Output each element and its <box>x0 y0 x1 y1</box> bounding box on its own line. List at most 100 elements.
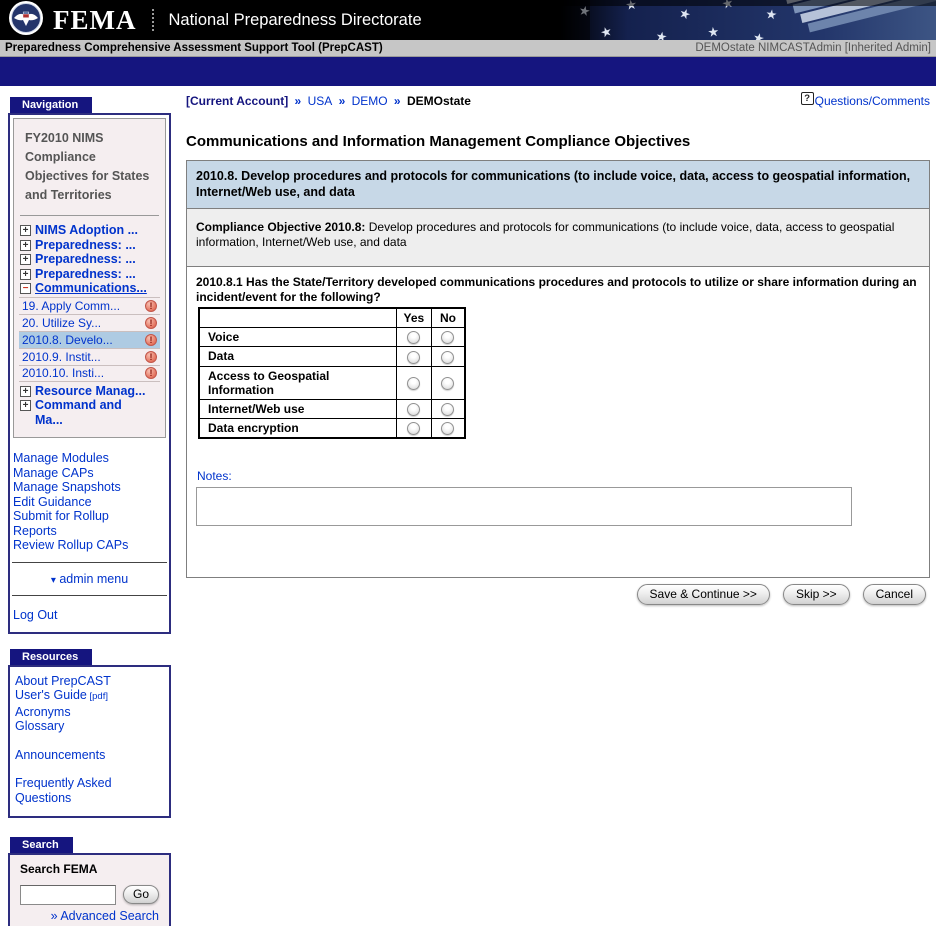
sidebar-subitem-label: 2010.9. Instit... <box>22 349 101 364</box>
expand-icon[interactable]: + <box>20 254 31 265</box>
resources-group: Frequently Asked Questions <box>15 776 164 805</box>
tree-item[interactable]: + Command and Ma... <box>19 398 160 427</box>
breadcrumb-link[interactable]: DEMO <box>352 94 388 108</box>
tree-item[interactable]: + Resource Manag... <box>19 384 160 399</box>
sidebar-subitem[interactable]: 19. Apply Comm...! <box>19 296 160 314</box>
admin-menu-label: admin menu <box>59 571 129 586</box>
search-section: Search Search FEMA Go » Advanced Search <box>8 835 171 926</box>
alert-icon: ! <box>145 350 157 363</box>
sidebar-link[interactable]: Edit Guidance <box>13 495 169 510</box>
nav-tree-after: + Resource Manag... + Command and Ma... <box>19 384 160 428</box>
objective-label: Compliance Objective 2010.8: <box>196 220 366 234</box>
answer-cell <box>431 365 466 400</box>
sidebar-subitem[interactable]: 20. Utilize Sy...! <box>19 313 160 331</box>
radio-yes[interactable] <box>407 376 421 390</box>
collapse-icon[interactable]: − <box>20 283 31 294</box>
search-go-button[interactable]: Go <box>123 885 160 905</box>
resources-section: Resources About PrepCAST User's Guide [pd… <box>8 647 171 818</box>
sidebar-link[interactable]: Manage Snapshots <box>13 480 169 495</box>
save-continue-button[interactable]: Save & Continue >> <box>636 584 770 606</box>
answer-row-label: Data encryption <box>198 417 397 439</box>
objective-header: 2010.8. Develop procedures and protocols… <box>187 161 929 209</box>
radio-no[interactable] <box>441 422 455 436</box>
sidebar-link[interactable]: Reports <box>13 524 169 539</box>
tree-item-label: Command and Ma... <box>35 398 122 427</box>
resources-link[interactable]: About PrepCAST <box>15 674 164 689</box>
breadcrumb-link[interactable]: USA <box>308 94 333 108</box>
question-bubble-icon: ? <box>800 92 814 105</box>
search-box: Search FEMA Go » Advanced Search <box>8 852 171 926</box>
logout-link[interactable]: Log Out <box>13 608 57 622</box>
sidebar-subitem[interactable]: 2010.9. Instit...! <box>19 347 160 365</box>
answer-cell <box>431 326 466 348</box>
answer-cell <box>395 326 433 348</box>
expand-icon[interactable]: + <box>20 268 31 280</box>
answer-cell <box>395 346 433 367</box>
module-title: FY2010 NIMS Compliance Objectives for St… <box>25 131 150 202</box>
nav-tree-subitems: 19. Apply Comm...! 20. Utilize Sy...! 2010… <box>19 296 160 382</box>
resources-box: About PrepCAST User's Guide [pdf] Acronyms… <box>8 664 171 818</box>
radio-yes[interactable] <box>407 331 421 345</box>
expand-icon[interactable]: + <box>20 400 31 411</box>
sidebar-subitem-label: 2010.10. Insti... <box>22 366 105 380</box>
sidebar-link[interactable]: Manage Modules <box>13 451 169 466</box>
resources-link[interactable]: Glossary <box>15 719 164 734</box>
tree-item[interactable]: + Preparedness: ... <box>19 267 160 282</box>
radio-no[interactable] <box>441 331 455 345</box>
alert-icon: ! <box>145 316 157 329</box>
breadcrumb: [Current Account] » USA » DEMO » DEMOsta… <box>186 94 471 108</box>
sidebar-subitem-label: 19. Apply Comm... <box>22 298 121 313</box>
sidebar-subitem[interactable]: 2010.10. Insti...! <box>19 364 160 382</box>
navigation-section-header: Navigation <box>10 97 93 113</box>
expand-icon[interactable]: + <box>20 385 31 397</box>
tree-item[interactable]: + Preparedness: ... <box>19 238 160 253</box>
notes-label: Notes: <box>197 469 232 484</box>
answer-cell <box>431 398 466 419</box>
resources-link[interactable]: Announcements <box>15 748 164 763</box>
radio-yes[interactable] <box>407 422 421 436</box>
skip-button[interactable]: Skip >> <box>782 584 850 606</box>
breadcrumb-current-account-link[interactable]: [Current Account] <box>186 94 288 108</box>
notes-textarea[interactable] <box>196 487 852 527</box>
expand-icon[interactable]: + <box>20 225 31 236</box>
questions-comments-link[interactable]: ? Questions/Comments <box>800 92 930 108</box>
expand-icon[interactable]: + <box>20 239 31 251</box>
column-header-no: No <box>431 307 466 328</box>
resources-group: About PrepCAST User's Guide [pdf] Acronyms… <box>15 674 164 734</box>
resources-link[interactable]: Frequently Asked Questions <box>15 776 164 805</box>
sidebar-link[interactable]: Review Rollup CAPs <box>13 538 169 553</box>
radio-yes[interactable] <box>407 350 421 364</box>
alert-icon: ! <box>145 333 157 346</box>
admin-menu-toggle[interactable]: ▾ admin menu <box>10 572 169 586</box>
breadcrumb-separator: » <box>390 94 404 108</box>
radio-yes[interactable] <box>407 402 421 416</box>
sidebar-subitem-label: 20. Utilize Sy... <box>22 315 102 330</box>
radio-no[interactable] <box>441 350 455 364</box>
pdf-label: [pdf] <box>86 691 108 703</box>
header-divider <box>152 9 155 31</box>
answer-cell <box>431 346 466 367</box>
advanced-search-link[interactable]: » Advanced Search <box>20 909 161 923</box>
search-input[interactable] <box>20 884 116 905</box>
radio-no[interactable] <box>441 376 455 390</box>
resources-link[interactable]: User's Guide [pdf] <box>15 688 164 705</box>
dhs-seal-icon <box>8 0 44 41</box>
answers-corner-cell <box>198 307 397 328</box>
sidebar-subitem-label: 2010.8. Develo... <box>22 332 113 347</box>
flag-image: ★ ★ ★ ★ ★ ★ ★ ★ ★ <box>560 0 936 48</box>
tree-item[interactable]: + NIMS Adoption ... <box>19 223 160 238</box>
sidebar-link[interactable]: Manage CAPs <box>13 466 169 481</box>
sidebar-link[interactable]: Submit for Rollup <box>13 509 169 524</box>
sidebar-subitem[interactable]: 2010.8. Develo...! <box>19 330 160 348</box>
radio-no[interactable] <box>441 402 455 416</box>
answer-row-label: Internet/Web use <box>198 398 397 419</box>
resources-link[interactable]: Acronyms <box>15 705 164 720</box>
sidebar: Navigation FY2010 NIMS Compliance Object… <box>8 86 171 926</box>
nav-tree-top: + NIMS Adoption ... + Preparedness: ... + Pre… <box>19 223 160 296</box>
cancel-button[interactable]: Cancel <box>862 584 926 606</box>
resources-group: Announcements <box>15 748 164 763</box>
tree-item[interactable]: − Communications... <box>19 281 160 296</box>
alert-icon: ! <box>145 367 157 379</box>
tree-item[interactable]: + Preparedness: ... <box>19 252 160 267</box>
svg-text:★: ★ <box>654 29 668 40</box>
